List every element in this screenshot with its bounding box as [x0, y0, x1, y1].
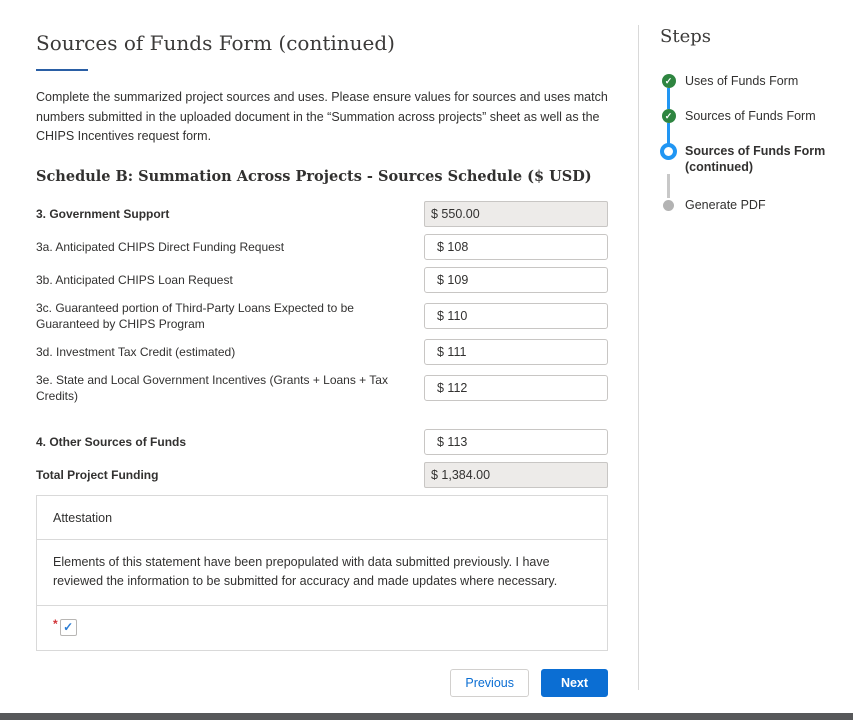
field-label: 3e. State and Local Government Incentive… [36, 372, 424, 404]
step-uses-of-funds: ✓ Uses of Funds Form [660, 73, 840, 89]
step-complete-check-icon: ✓ [662, 74, 676, 88]
step-icon-column [660, 197, 677, 211]
step-complete-check-icon: ✓ [662, 109, 676, 123]
form-row-total-project-funding: Total Project Funding [36, 462, 608, 488]
form-row-other-sources: 4. Other Sources of Funds [36, 429, 608, 455]
other-sources-input[interactable] [424, 429, 608, 455]
steps-sidebar: Steps ✓ Uses of Funds Form ✓ Sources of … [660, 25, 840, 213]
checkmark-icon: ✓ [63, 620, 73, 634]
step-sources-of-funds-continued: Sources of Funds Form (continued) [660, 143, 840, 175]
steps-list: ✓ Uses of Funds Form ✓ Sources of Funds … [660, 73, 840, 213]
check-glyph: ✓ [665, 76, 673, 87]
form-row-investment-tax-credit: 3d. Investment Tax Credit (estimated) [36, 339, 608, 365]
form-row-chips-direct-funding: 3a. Anticipated CHIPS Direct Funding Req… [36, 234, 608, 260]
page-description: Complete the summarized project sources … [36, 88, 611, 147]
investment-tax-credit-input[interactable] [424, 339, 608, 365]
page: Sources of Funds Form (continued) Comple… [0, 0, 853, 722]
form-row-chips-loan-request: 3b. Anticipated CHIPS Loan Request [36, 267, 608, 293]
step-upcoming-dot-icon [663, 200, 674, 211]
total-project-funding-input [424, 462, 608, 488]
step-icon-column: ✓ [660, 108, 677, 123]
field-label: 3. Government Support [36, 206, 424, 222]
main-content: Sources of Funds Form (continued) Comple… [36, 0, 608, 697]
field-label: Total Project Funding [36, 467, 424, 483]
attestation-checkbox-row: * ✓ [37, 606, 607, 650]
step-connector [667, 88, 670, 109]
field-label: 3c. Guaranteed portion of Third-Party Lo… [36, 300, 424, 332]
field-label: 4. Other Sources of Funds [36, 434, 424, 450]
field-label: 3d. Investment Tax Credit (estimated) [36, 344, 424, 360]
form-row-guaranteed-third-party-loans: 3c. Guaranteed portion of Third-Party Lo… [36, 300, 608, 332]
button-row: Previous Next [36, 669, 608, 697]
guaranteed-third-party-loans-input[interactable] [424, 303, 608, 329]
attestation-box: Attestation Elements of this statement h… [36, 495, 608, 651]
required-marker: * [53, 617, 58, 631]
chips-direct-funding-input[interactable] [424, 234, 608, 260]
vertical-divider [638, 25, 639, 690]
attestation-statement: Elements of this statement have been pre… [37, 540, 607, 606]
attestation-checkbox[interactable]: ✓ [60, 619, 77, 636]
step-label: Generate PDF [685, 197, 766, 213]
page-title: Sources of Funds Form (continued) [36, 30, 608, 56]
field-label: 3b. Anticipated CHIPS Loan Request [36, 272, 424, 288]
step-connector [667, 174, 670, 198]
schedule-b-heading: Schedule B: Summation Across Projects - … [36, 167, 608, 187]
step-label: Uses of Funds Form [685, 73, 798, 89]
attestation-header: Attestation [37, 496, 607, 540]
step-generate-pdf: Generate PDF [660, 197, 840, 213]
step-sources-of-funds: ✓ Sources of Funds Form [660, 108, 840, 124]
steps-heading: Steps [660, 25, 840, 49]
field-label: 3a. Anticipated CHIPS Direct Funding Req… [36, 239, 424, 255]
state-local-incentives-input[interactable] [424, 375, 608, 401]
step-label: Sources of Funds Form (continued) [685, 143, 835, 175]
step-icon-column [660, 143, 677, 160]
chips-loan-request-input[interactable] [424, 267, 608, 293]
form-row-state-local-incentives: 3e. State and Local Government Incentive… [36, 372, 608, 404]
title-underline [36, 69, 88, 71]
step-current-ring-icon [660, 143, 677, 160]
step-connector [667, 123, 670, 144]
check-glyph: ✓ [665, 111, 673, 122]
government-support-input [424, 201, 608, 227]
previous-button[interactable]: Previous [450, 669, 529, 697]
step-label: Sources of Funds Form [685, 108, 816, 124]
next-button[interactable]: Next [541, 669, 608, 697]
step-icon-column: ✓ [660, 73, 677, 88]
footer-bar [0, 713, 853, 720]
form-row-government-support: 3. Government Support [36, 201, 608, 227]
